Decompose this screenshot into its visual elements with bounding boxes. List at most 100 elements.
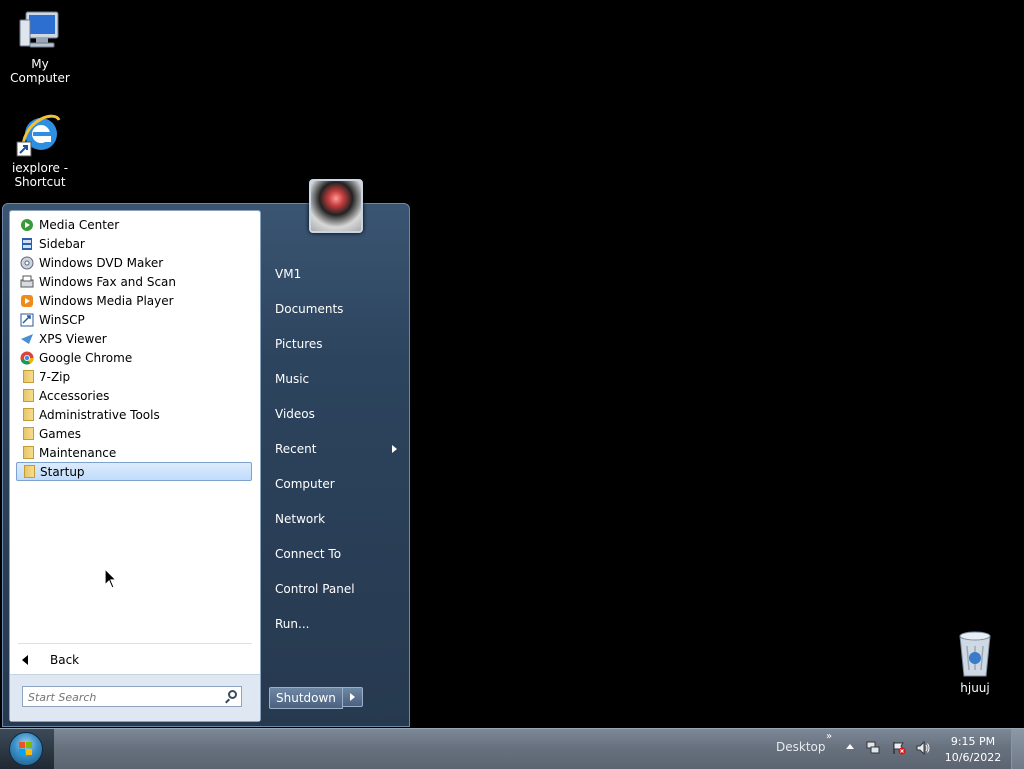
start-menu-place-item[interactable]: Network (265, 501, 401, 536)
recycle-bin-icon (959, 631, 991, 677)
start-menu-place-item[interactable]: Pictures (265, 326, 401, 361)
search-area (10, 674, 260, 721)
start-menu-place-item[interactable]: Documents (265, 291, 401, 326)
start-menu-place-item[interactable]: Run... (265, 606, 401, 641)
mouse-cursor-icon (104, 568, 118, 589)
fax-scan-icon (20, 275, 34, 289)
start-menu: Media Center Sidebar Windows DVD Maker Wind… (2, 179, 410, 727)
desktop-icon-label: hjuuj (960, 681, 990, 695)
program-label: Games (39, 426, 81, 441)
action-center-flag-icon[interactable] (892, 741, 906, 755)
program-item[interactable]: Accessories (16, 386, 252, 405)
program-label: Maintenance (39, 445, 117, 460)
back-button[interactable]: Back (18, 653, 79, 667)
program-item[interactable]: Administrative Tools (16, 405, 252, 424)
start-menu-place-item[interactable]: Computer (265, 466, 401, 501)
program-label: Windows DVD Maker (39, 255, 164, 270)
program-item[interactable]: Games (16, 424, 252, 443)
winscp-icon (20, 313, 34, 327)
folder-icon (20, 427, 34, 441)
desktop-icon-label: My Computer (10, 57, 70, 85)
shutdown-group: Shutdown (269, 687, 363, 709)
program-label: 7-Zip (39, 369, 71, 384)
program-label: WinSCP (39, 312, 85, 327)
place-label: Documents (275, 301, 344, 316)
windows-logo-icon (9, 732, 43, 766)
place-label: Computer (275, 476, 335, 491)
shutdown-button[interactable]: Shutdown (269, 687, 343, 709)
computer-icon (19, 11, 59, 48)
back-label: Back (50, 653, 80, 667)
program-item[interactable]: Maintenance (16, 443, 252, 462)
start-menu-programs-pane: Media Center Sidebar Windows DVD Maker Wind… (9, 210, 261, 722)
xps-viewer-icon (20, 332, 34, 346)
folder-icon (20, 389, 34, 403)
program-label: Google Chrome (39, 350, 133, 365)
program-item[interactable]: Google Chrome (16, 348, 252, 367)
start-menu-place-item[interactable]: Recent (265, 431, 401, 466)
program-item[interactable]: Media Center (16, 215, 252, 234)
back-arrow-icon (22, 655, 28, 665)
folder-icon (20, 446, 34, 460)
all-programs-list: Media Center Sidebar Windows DVD Maker Wind… (16, 215, 252, 481)
place-label: Control Panel (275, 581, 355, 596)
place-label: VM1 (275, 266, 302, 281)
toolbar-chevron-icon[interactable]: » (826, 731, 832, 742)
shutdown-options-button[interactable] (342, 687, 363, 707)
start-menu-place-item[interactable]: Videos (265, 396, 401, 431)
program-label: Administrative Tools (39, 407, 160, 422)
program-item[interactable]: Sidebar (16, 234, 252, 253)
internet-explorer-icon (16, 114, 61, 157)
program-item[interactable]: Windows DVD Maker (16, 253, 252, 272)
submenu-arrow-icon (392, 444, 397, 453)
program-label: XPS Viewer (39, 331, 107, 346)
program-item[interactable]: WinSCP (16, 310, 252, 329)
start-menu-place-item[interactable]: Connect To (265, 536, 401, 571)
clock-time: 9:15 PM (950, 735, 996, 748)
system-clock[interactable]: 9:15 PM 10/6/2022 (944, 734, 1002, 766)
folder-icon (21, 465, 35, 479)
show-desktop-button[interactable] (1011, 729, 1024, 769)
show-hidden-icons-icon[interactable] (846, 744, 854, 749)
desktop-icon-recycle-bin[interactable]: hjuuj (935, 630, 1015, 695)
start-button[interactable] (0, 729, 54, 769)
taskbar: Desktop » 9:15 PM 10/6/2022 (0, 728, 1024, 769)
program-label: Startup (40, 464, 85, 479)
desktop-toolbar-label[interactable]: Desktop (776, 740, 826, 754)
desktop-icon-my-computer[interactable]: My Computer (0, 8, 80, 85)
place-label: Run... (275, 616, 310, 631)
place-label: Recent (275, 441, 317, 456)
start-menu-place-item[interactable]: VM1 (265, 256, 401, 291)
user-picture[interactable] (309, 179, 363, 233)
place-label: Videos (275, 406, 315, 421)
desktop-icon-label: iexplore - Shortcut (11, 161, 69, 189)
place-label: Music (275, 371, 310, 386)
start-menu-place-item[interactable]: Music (265, 361, 401, 396)
program-label: Media Center (39, 217, 120, 232)
media-player-icon (20, 294, 34, 308)
program-item[interactable]: Windows Fax and Scan (16, 272, 252, 291)
arrow-right-icon (349, 693, 355, 701)
program-label: Windows Media Player (39, 293, 174, 308)
clock-date: 10/6/2022 (944, 751, 1002, 764)
program-item[interactable]: 7-Zip (16, 367, 252, 386)
start-search-input[interactable] (23, 687, 223, 707)
desktop-icon-iexplore-shortcut[interactable]: iexplore - Shortcut (0, 110, 80, 189)
program-label: Sidebar (39, 236, 85, 251)
place-label: Network (275, 511, 326, 526)
folder-icon (20, 370, 34, 384)
program-item[interactable]: Startup (16, 462, 252, 481)
network-icon[interactable] (866, 741, 880, 755)
program-item[interactable]: XPS Viewer (16, 329, 252, 348)
volume-icon[interactable] (916, 741, 930, 755)
place-label: Pictures (275, 336, 323, 351)
search-icon[interactable] (228, 690, 237, 699)
start-search-box (22, 686, 242, 707)
divider (18, 643, 252, 644)
media-center-icon (20, 218, 34, 232)
program-item[interactable]: Windows Media Player (16, 291, 252, 310)
place-label: Connect To (275, 546, 342, 561)
sidebar-icon (20, 237, 34, 251)
folder-icon (20, 408, 34, 422)
start-menu-place-item[interactable]: Control Panel (265, 571, 401, 606)
